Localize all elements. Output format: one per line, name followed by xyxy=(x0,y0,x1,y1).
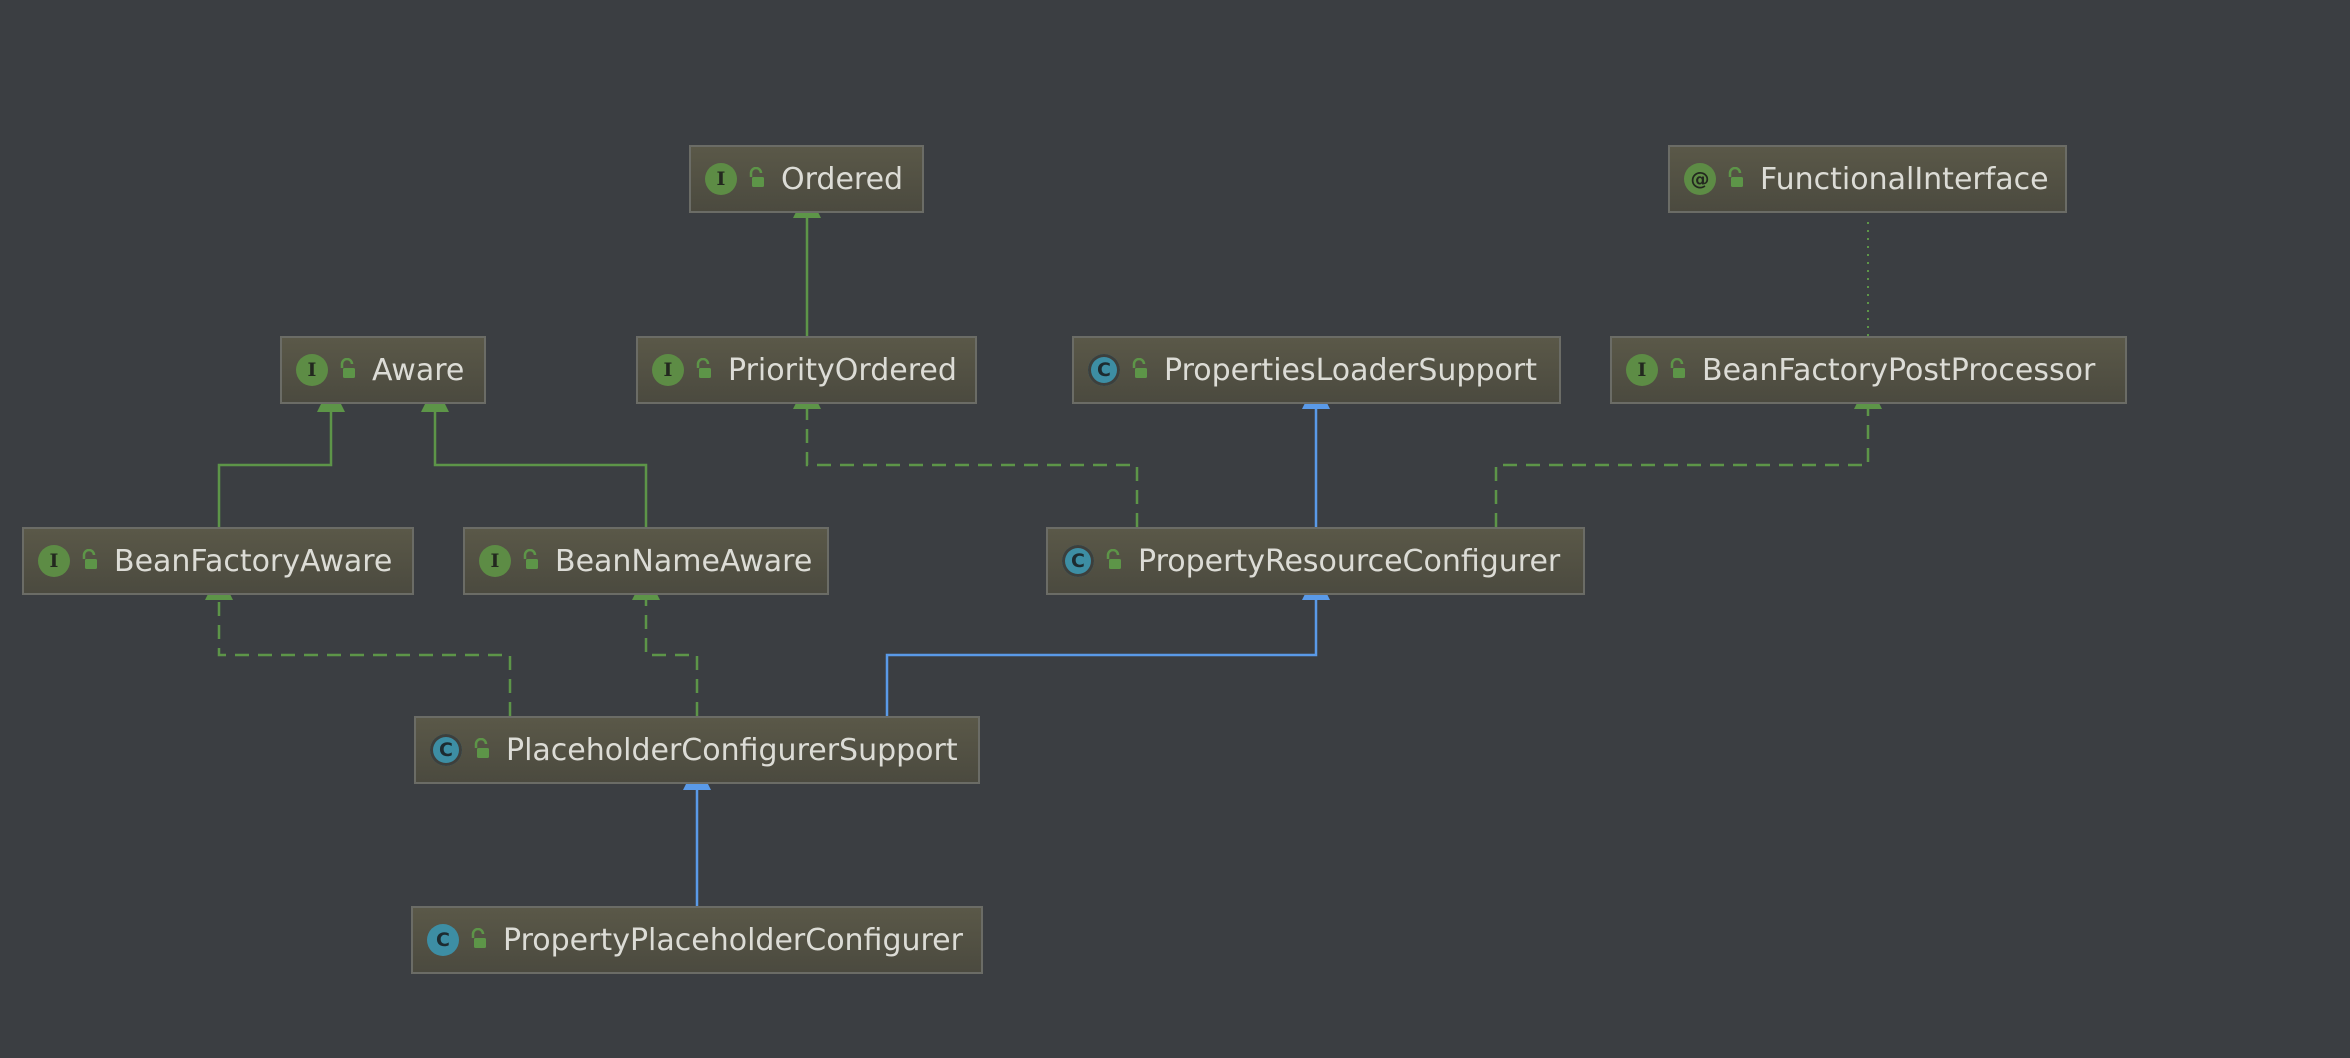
public-access-icon xyxy=(747,162,767,197)
uml-class-diagram: I Ordered @ FunctionalInterface I Aware … xyxy=(0,0,2350,1058)
edge-property-resource-configurer-to-bean-factory-post-processor xyxy=(1494,409,1870,527)
public-access-icon xyxy=(521,544,541,579)
node-label: BeanFactoryPostProcessor xyxy=(1702,352,2096,388)
node-placeholder-configurer-support[interactable]: C PlaceholderConfigurerSupport xyxy=(414,716,980,784)
edge-bean-factory-aware-to-aware xyxy=(217,412,333,527)
node-label: Aware xyxy=(372,352,465,388)
edge-placeholder-configurer-support-to-bean-factory-aware xyxy=(217,600,512,716)
class-icon: C xyxy=(427,924,459,956)
edge-placeholder-configurer-support-to-bean-name-aware xyxy=(644,600,699,716)
node-ordered[interactable]: I Ordered xyxy=(689,145,924,213)
node-label: PropertiesLoaderSupport xyxy=(1164,352,1537,388)
node-label: BeanFactoryAware xyxy=(114,543,393,579)
node-label: PropertyPlaceholderConfigurer xyxy=(503,922,963,958)
annotation-icon: @ xyxy=(1684,163,1716,195)
abstract-class-icon: C xyxy=(1088,354,1120,386)
public-access-icon xyxy=(472,733,492,768)
edge-bean-name-aware-to-aware xyxy=(433,412,648,527)
edge-property-resource-configurer-to-priority-ordered xyxy=(805,409,1139,527)
public-access-icon xyxy=(1726,162,1746,197)
public-access-icon xyxy=(469,923,489,958)
public-access-icon xyxy=(80,544,100,579)
node-bean-name-aware[interactable]: I BeanNameAware xyxy=(463,527,829,595)
node-label: BeanNameAware xyxy=(555,543,813,579)
node-property-resource-configurer[interactable]: C PropertyResourceConfigurer xyxy=(1046,527,1585,595)
public-access-icon xyxy=(694,353,714,388)
public-access-icon xyxy=(1668,353,1688,388)
node-bean-factory-aware[interactable]: I BeanFactoryAware xyxy=(22,527,414,595)
public-access-icon xyxy=(338,353,358,388)
node-label: PlaceholderConfigurerSupport xyxy=(506,732,958,768)
interface-icon: I xyxy=(479,545,511,577)
abstract-class-icon: C xyxy=(1062,545,1094,577)
interface-icon: I xyxy=(296,354,328,386)
abstract-class-icon: C xyxy=(430,734,462,766)
node-bean-factory-post-processor[interactable]: I BeanFactoryPostProcessor xyxy=(1610,336,2127,404)
node-aware[interactable]: I Aware xyxy=(280,336,486,404)
interface-icon: I xyxy=(705,163,737,195)
interface-icon: I xyxy=(652,354,684,386)
node-label: PropertyResourceConfigurer xyxy=(1138,543,1561,579)
node-functional-interface[interactable]: @ FunctionalInterface xyxy=(1668,145,2067,213)
node-properties-loader-support[interactable]: C PropertiesLoaderSupport xyxy=(1072,336,1561,404)
edge-placeholder-configurer-support-to-property-resource-configurer xyxy=(885,600,1318,716)
interface-icon: I xyxy=(1626,354,1658,386)
node-label: PriorityOrdered xyxy=(728,352,957,388)
public-access-icon xyxy=(1130,353,1150,388)
node-label: FunctionalInterface xyxy=(1760,161,2049,197)
public-access-icon xyxy=(1104,544,1124,579)
interface-icon: I xyxy=(38,545,70,577)
node-priority-ordered[interactable]: I PriorityOrdered xyxy=(636,336,977,404)
node-property-placeholder-configurer[interactable]: C PropertyPlaceholderConfigurer xyxy=(411,906,983,974)
node-label: Ordered xyxy=(781,161,904,197)
